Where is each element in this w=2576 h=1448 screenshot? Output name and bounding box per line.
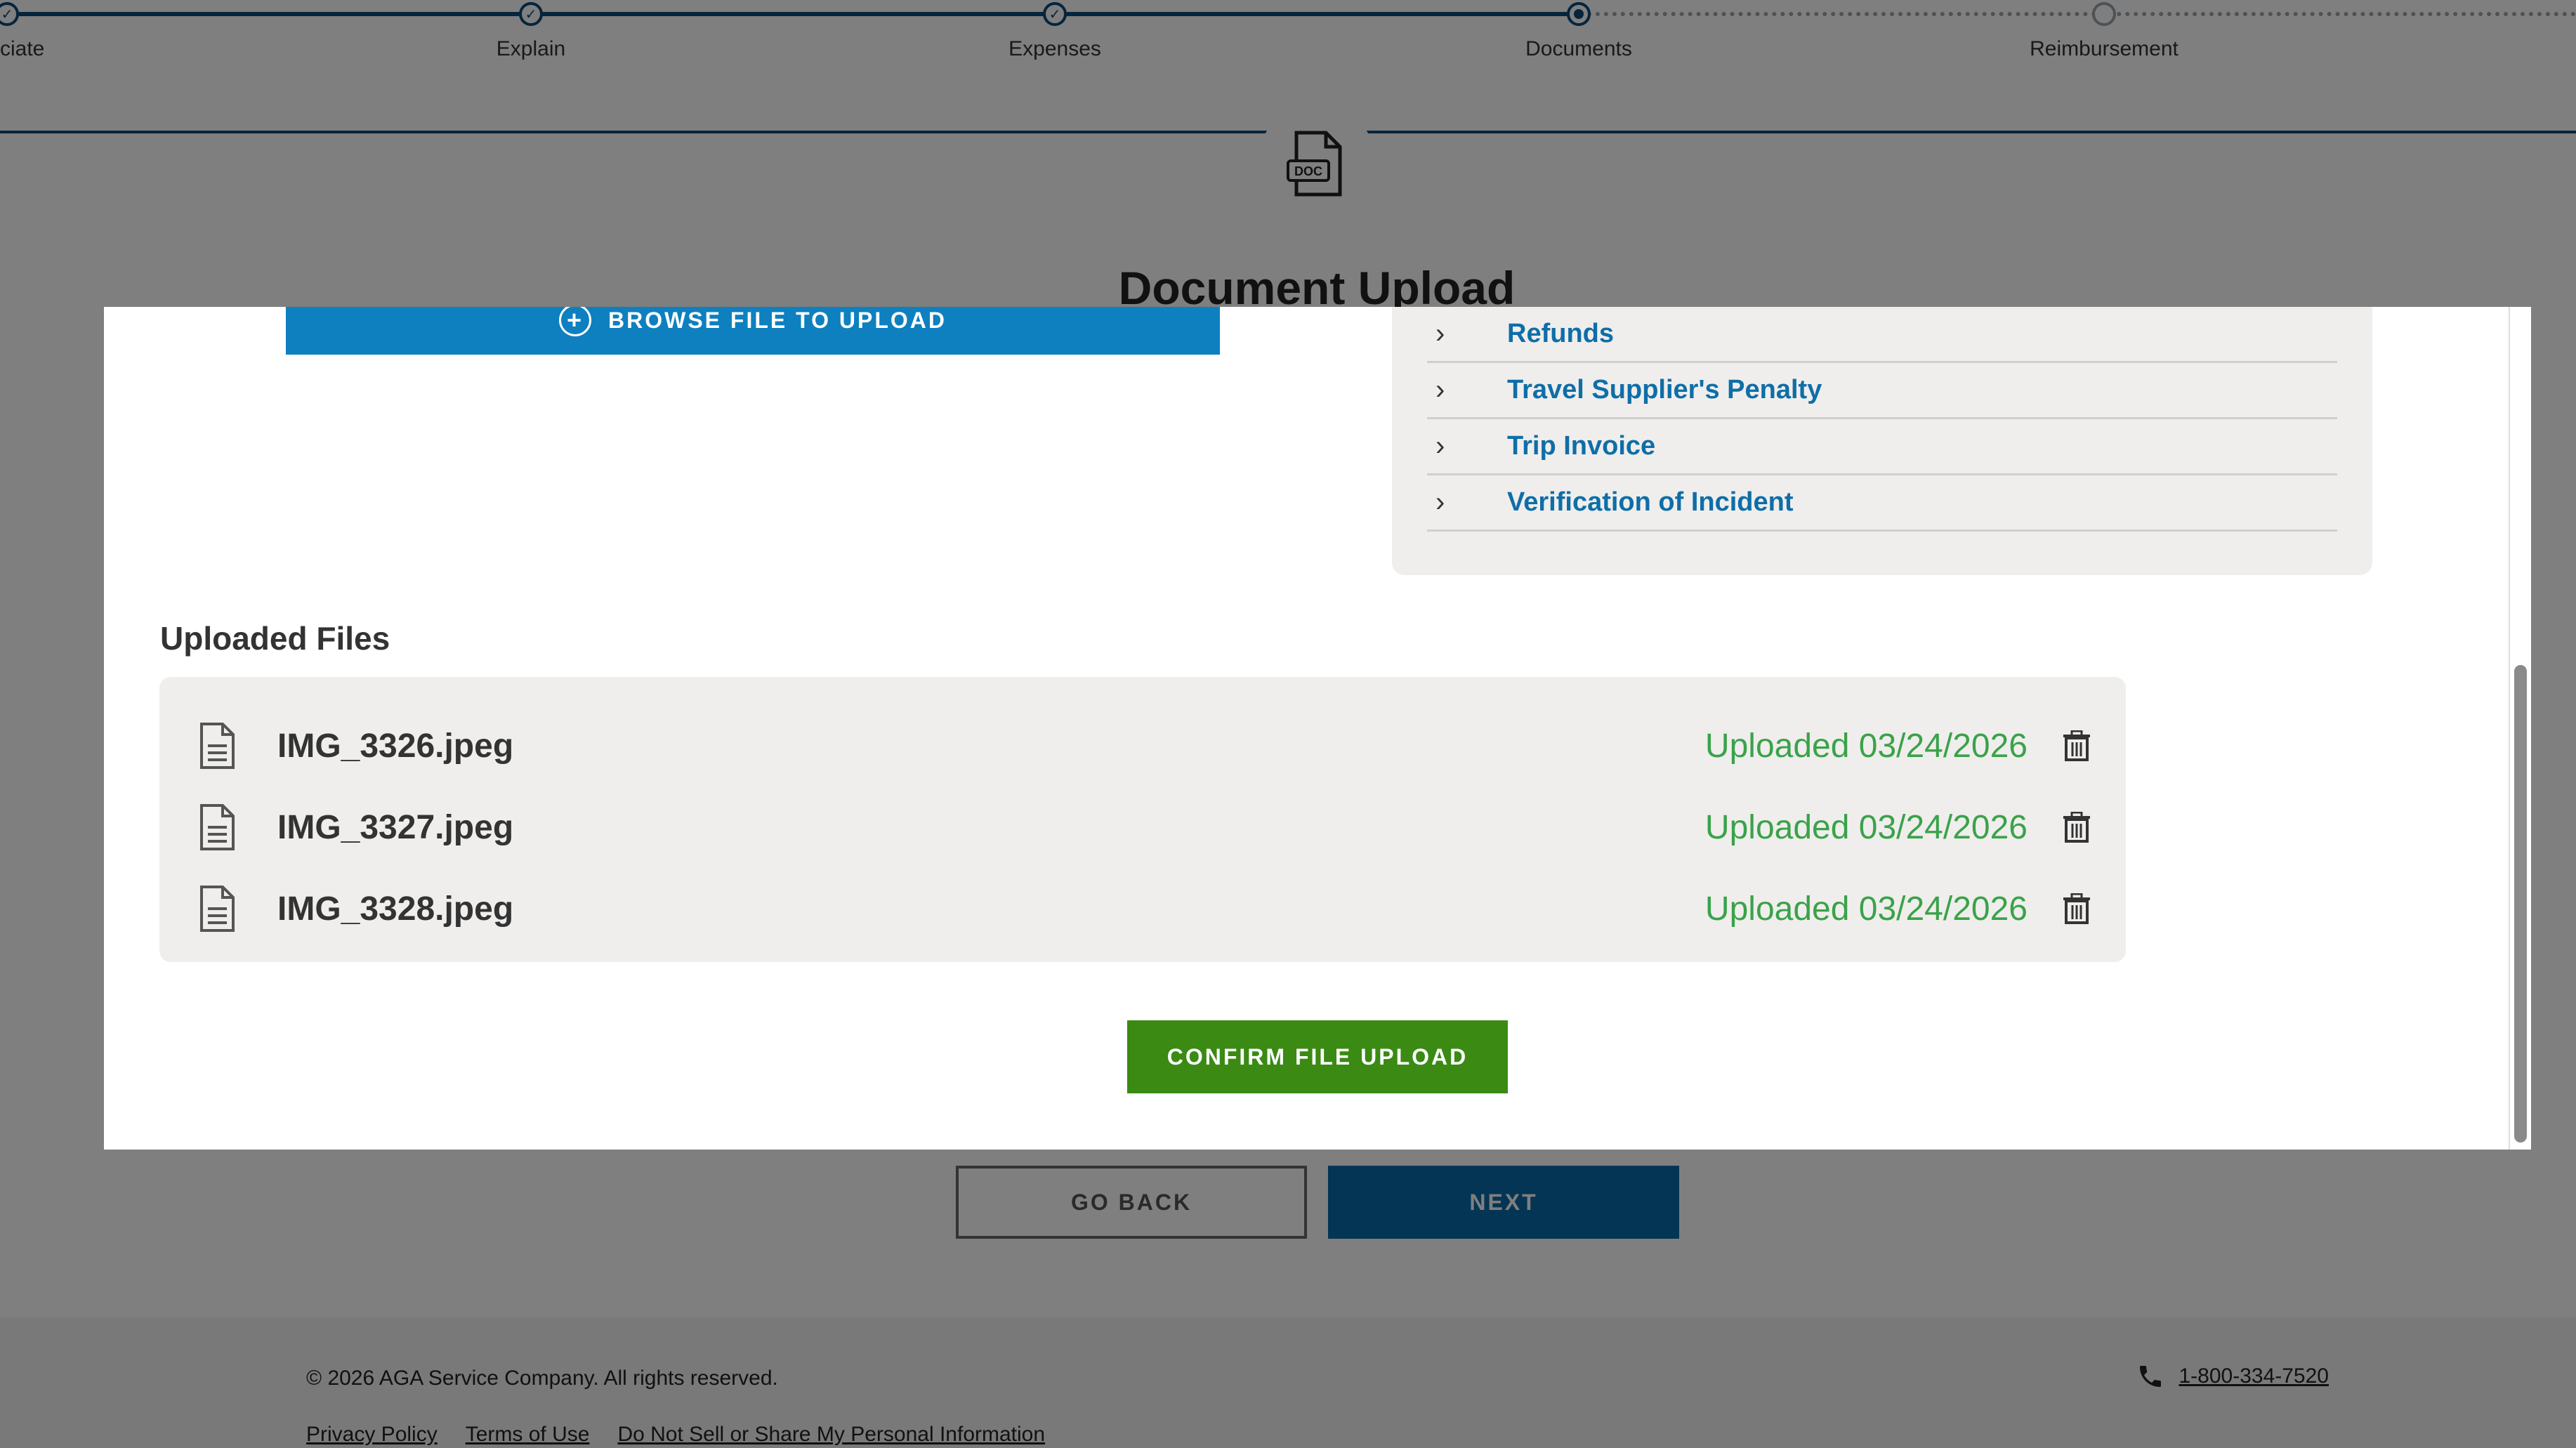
chevron-right-icon: › — [1435, 374, 1445, 405]
trash-icon[interactable] — [2063, 812, 2091, 843]
document-type-refunds[interactable]: › Refunds — [1427, 307, 2337, 363]
browse-file-label: BROWSE FILE TO UPLOAD — [608, 307, 947, 333]
chevron-right-icon: › — [1435, 318, 1445, 349]
chevron-right-icon: › — [1435, 430, 1445, 461]
document-type-label: Verification of Incident — [1507, 487, 1794, 517]
file-name: IMG_3327.jpeg — [277, 808, 514, 846]
file-name: IMG_3326.jpeg — [277, 727, 514, 765]
trash-icon[interactable] — [2063, 893, 2091, 924]
file-status: Uploaded 03/24/2026 — [1704, 808, 2028, 846]
file-icon — [200, 886, 235, 932]
trash-icon[interactable] — [2063, 730, 2091, 761]
scrollbar-thumb[interactable] — [2514, 665, 2527, 1143]
modal-scrollbar[interactable] — [2509, 307, 2531, 1150]
uploaded-files-title: Uploaded Files — [160, 620, 390, 657]
file-row: IMG_3327.jpeg Uploaded 03/24/2026 — [199, 786, 2091, 868]
file-status: Uploaded 03/24/2026 — [1704, 890, 2028, 928]
file-row: IMG_3328.jpeg Uploaded 03/24/2026 — [199, 868, 2091, 949]
uploaded-files-list: IMG_3326.jpeg Uploaded 03/24/2026 IMG_33… — [159, 677, 2126, 962]
document-type-trip-invoice[interactable]: › Trip Invoice — [1427, 419, 2337, 475]
file-icon — [200, 723, 235, 769]
file-status: Uploaded 03/24/2026 — [1704, 727, 2028, 765]
document-type-label: Travel Supplier's Penalty — [1507, 375, 1822, 404]
document-type-label: Refunds — [1507, 319, 1614, 348]
chevron-right-icon: › — [1435, 487, 1445, 518]
document-type-label: Trip Invoice — [1507, 431, 1656, 461]
confirm-file-upload-button[interactable]: CONFIRM FILE UPLOAD — [1127, 1020, 1508, 1093]
plus-circle-icon: + — [559, 307, 592, 336]
file-row: IMG_3326.jpeg Uploaded 03/24/2026 — [199, 705, 2091, 786]
browse-file-button[interactable]: + BROWSE FILE TO UPLOAD — [286, 307, 1220, 355]
document-type-penalty[interactable]: › Travel Supplier's Penalty — [1427, 363, 2337, 419]
file-name: IMG_3328.jpeg — [277, 890, 514, 928]
file-icon — [200, 804, 235, 850]
document-types-list: › Refunds › Travel Supplier's Penalty › … — [1392, 307, 2372, 575]
document-type-verification[interactable]: › Verification of Incident — [1427, 475, 2337, 532]
upload-modal: + BROWSE FILE TO UPLOAD › Refunds › Trav… — [104, 307, 2531, 1150]
